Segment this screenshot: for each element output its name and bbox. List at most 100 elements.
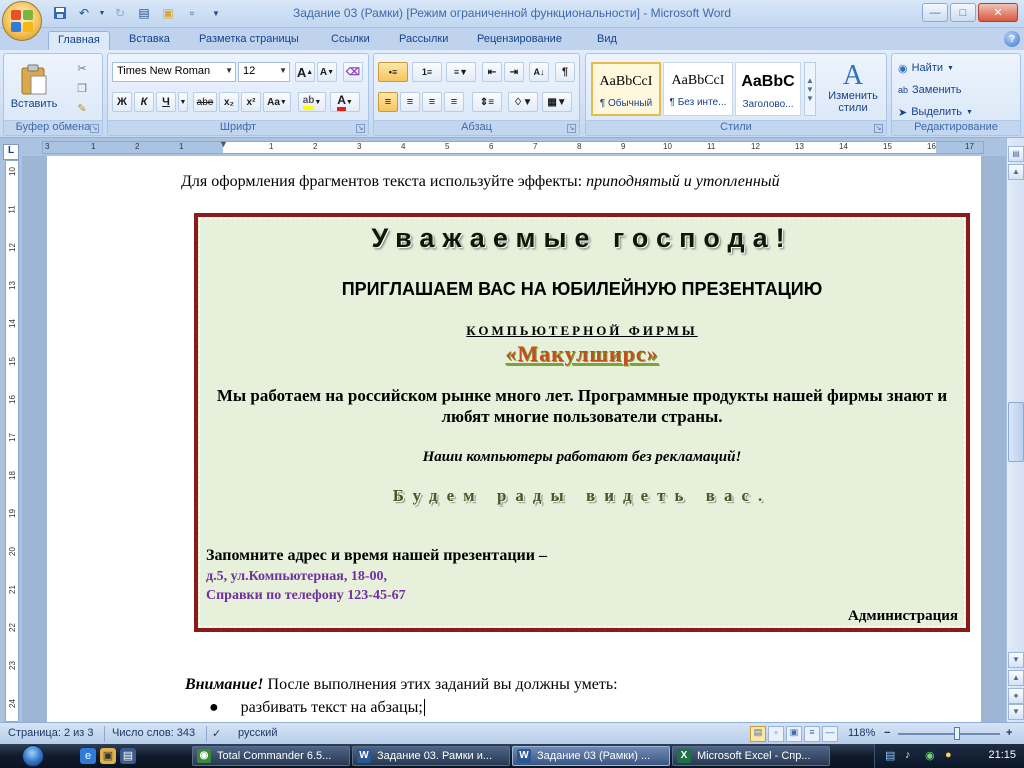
subscript-button[interactable]: x₂ — [219, 92, 239, 112]
borders-button[interactable]: ▦▼ — [542, 92, 572, 112]
vertical-scrollbar[interactable]: ▤ ▲ ▼ ▲ ● ▼ — [1006, 138, 1024, 722]
show-marks-button[interactable]: ¶ — [555, 62, 575, 82]
decrease-indent-button[interactable]: ⇤ — [482, 62, 502, 82]
font-family-select[interactable]: Times New Roman ▼ — [112, 62, 236, 82]
bullets-button[interactable]: •≡ — [378, 62, 408, 82]
italic-button[interactable]: К — [134, 92, 154, 112]
replace-button[interactable]: ab Заменить — [898, 81, 961, 99]
word-count[interactable]: Число слов: 343 — [112, 727, 195, 739]
document-page[interactable]: Для оформления фрагментов текста использ… — [47, 156, 981, 722]
change-case-button[interactable]: Aa ▼ — [263, 92, 291, 112]
style-no-spacing[interactable]: AaBbCcI ¶ Без инте... — [663, 62, 733, 116]
draft-view-icon[interactable]: — — [822, 726, 838, 742]
tab-home[interactable]: Главная — [48, 31, 110, 50]
scroll-down-icon[interactable]: ▼ — [1008, 652, 1024, 668]
print-layout-view-icon[interactable]: ▤ — [750, 726, 766, 742]
line-spacing-button[interactable]: ⇕≡ — [472, 92, 502, 112]
align-right-button[interactable]: ≡ — [422, 92, 442, 112]
scroll-thumb[interactable] — [1008, 402, 1024, 462]
paste-button[interactable]: Вставить — [11, 58, 57, 116]
superscript-button[interactable]: x² — [241, 92, 261, 112]
close-button[interactable]: ✕ — [978, 3, 1018, 22]
find-button[interactable]: ◉ Найти ▼ — [898, 59, 954, 77]
tray-app-icon[interactable]: ● — [945, 749, 952, 761]
volume-icon[interactable]: ♪ — [905, 749, 911, 761]
align-left-button[interactable]: ≡ — [378, 92, 398, 112]
tab-view[interactable]: Вид — [588, 31, 626, 50]
browse-object-icon[interactable]: ● — [1008, 688, 1024, 704]
outline-view-icon[interactable]: ≡ — [804, 726, 820, 742]
select-button[interactable]: ➤ Выделить ▼ — [898, 103, 973, 121]
horizontal-ruler[interactable]: 3 1 2 1 1 2 3 4 5 6 7 8 9 10 11 12 13 14… — [0, 138, 1024, 156]
taskbar-item-total-commander[interactable]: ◉ Total Commander 6.5... — [192, 746, 350, 766]
language-indicator[interactable]: русский — [238, 727, 277, 739]
spellcheck-icon[interactable]: ✓ — [212, 727, 221, 740]
align-center-icon: ≡ — [406, 96, 414, 108]
next-page-icon[interactable]: ▼ — [1008, 704, 1024, 720]
folder-icon[interactable]: ▣ — [100, 748, 116, 764]
shrink-font-button[interactable]: A ▼ — [317, 62, 337, 82]
grow-font-button[interactable]: A ▲ — [295, 62, 315, 82]
network-icon[interactable]: ▤ — [885, 749, 895, 762]
office-button[interactable] — [2, 1, 42, 41]
clear-format-button[interactable]: ⌫ — [343, 62, 363, 82]
font-color-button[interactable]: A ▼ — [330, 92, 360, 112]
numbering-button[interactable]: 1≡ — [412, 62, 442, 82]
paragraph-launcher-icon[interactable]: ↘ — [567, 124, 576, 133]
underline-button[interactable]: Ч — [156, 92, 176, 112]
tab-stop-selector[interactable]: L — [3, 144, 19, 160]
styles-launcher-icon[interactable]: ↘ — [874, 124, 883, 133]
zoom-slider[interactable] — [898, 733, 1000, 735]
tab-review[interactable]: Рецензирование — [468, 31, 571, 50]
help-icon[interactable]: ? — [1004, 31, 1020, 47]
zoom-slider-thumb[interactable] — [954, 727, 960, 740]
page-count[interactable]: Страница: 2 из 3 — [8, 727, 94, 739]
underline-dropdown[interactable]: ▼ — [178, 92, 188, 112]
zoom-in-icon[interactable]: + — [1006, 727, 1012, 739]
vertical-ruler-scale: 10 11 12 13 14 15 16 17 18 19 20 21 22 2… — [5, 160, 19, 722]
style-heading[interactable]: AaBbC Заголово... — [735, 62, 801, 116]
multilevel-list-button[interactable]: ≡▼ — [446, 62, 476, 82]
format-painter-icon[interactable]: ✎ — [74, 100, 90, 116]
font-size-select[interactable]: 12 ▼ — [238, 62, 290, 82]
change-styles-button[interactable]: A Изменить стили — [822, 58, 884, 118]
cut-icon[interactable]: ✂ — [74, 60, 90, 76]
highlight-button[interactable]: ab ▼ — [298, 92, 326, 112]
minimize-button[interactable]: — — [922, 3, 948, 22]
zoom-out-icon[interactable]: − — [884, 727, 890, 739]
maximize-button[interactable]: □ — [950, 3, 976, 22]
font-launcher-icon[interactable]: ↘ — [356, 124, 365, 133]
view-ruler-icon[interactable]: ▤ — [1008, 146, 1024, 162]
indent-marker-icon[interactable]: ▼ — [219, 139, 228, 149]
tab-insert[interactable]: Вставка — [120, 31, 179, 50]
tab-mailings[interactable]: Рассылки — [390, 31, 457, 50]
shading-button[interactable]: ♢▼ — [508, 92, 538, 112]
copy-icon[interactable]: ❐ — [74, 80, 90, 96]
web-layout-view-icon[interactable]: ▣ — [786, 726, 802, 742]
styles-scroll[interactable]: ▲ ▼ ▼ — [804, 62, 816, 116]
document-area[interactable]: Для оформления фрагментов текста использ… — [22, 156, 1006, 722]
previous-page-icon[interactable]: ▲ — [1008, 670, 1024, 686]
justify-button[interactable]: ≡ — [444, 92, 464, 112]
style-normal[interactable]: AaBbCcI ¶ Обычный — [591, 62, 661, 116]
ie-icon[interactable]: e — [80, 748, 96, 764]
start-button[interactable] — [4, 744, 62, 768]
full-screen-reading-icon[interactable]: ▫ — [768, 726, 784, 742]
vertical-ruler[interactable]: 10 11 12 13 14 15 16 17 18 19 20 21 22 2… — [0, 160, 22, 722]
sort-button[interactable]: A↓ — [529, 62, 549, 82]
taskbar-item-excel[interactable]: X Microsoft Excel - Спр... — [672, 746, 830, 766]
strikethrough-button[interactable]: abe — [193, 92, 217, 112]
align-center-button[interactable]: ≡ — [400, 92, 420, 112]
clipboard-launcher-icon[interactable]: ↘ — [90, 124, 99, 133]
taskbar-item-word-2[interactable]: W Задание 03 (Рамки) ... — [512, 746, 670, 766]
show-desktop-icon[interactable]: ▤ — [120, 748, 136, 764]
tab-page-layout[interactable]: Разметка страницы — [190, 31, 308, 50]
clock[interactable]: 21:15 — [988, 749, 1016, 761]
zoom-level[interactable]: 118% — [848, 727, 875, 739]
scroll-up-icon[interactable]: ▲ — [1008, 164, 1024, 180]
taskbar-item-word-1[interactable]: W Задание 03. Рамки и... — [352, 746, 510, 766]
tab-references[interactable]: Ссылки — [322, 31, 379, 50]
bold-button[interactable]: Ж — [112, 92, 132, 112]
increase-indent-button[interactable]: ⇥ — [504, 62, 524, 82]
antivirus-icon[interactable]: ◉ — [925, 749, 935, 762]
